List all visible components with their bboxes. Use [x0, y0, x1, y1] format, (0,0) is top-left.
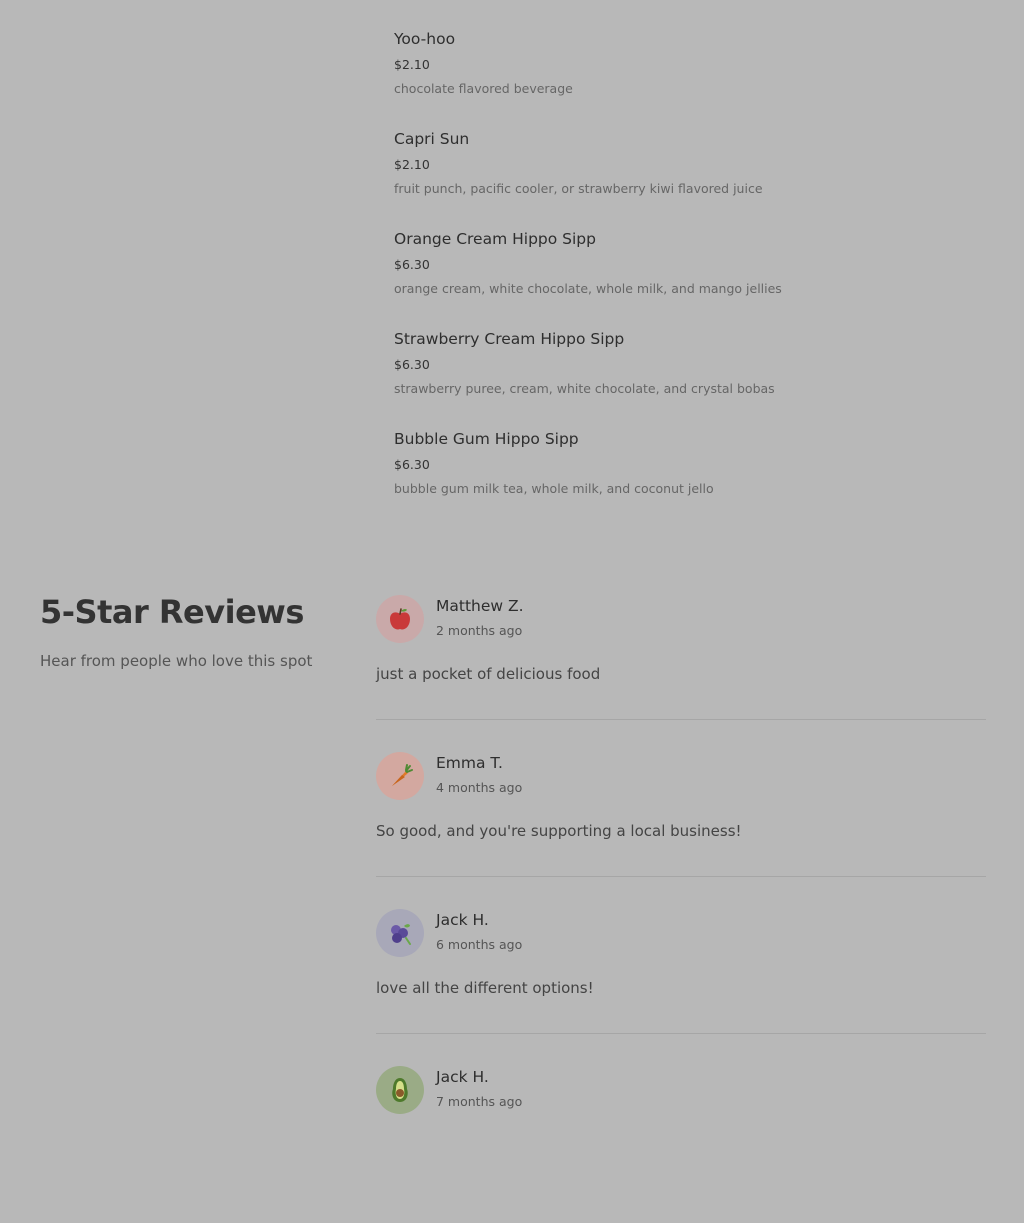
avatar [376, 1066, 424, 1114]
menu-item-name: Bubble Gum Hippo Sipp [394, 430, 579, 448]
menu-item-price: $2.10 [394, 157, 430, 172]
avatar [376, 595, 424, 643]
review-card: Emma T. 4 months ago So good, and you're… [376, 752, 986, 909]
review-date: 4 months ago [436, 780, 523, 795]
apple-icon [385, 604, 415, 634]
review-author: Emma T. [436, 754, 503, 772]
menu-item-name: Yoo-hoo [394, 30, 456, 48]
divider [376, 876, 986, 877]
menu-item-description: fruit punch, pacific cooler, or strawber… [394, 181, 763, 196]
review-date: 7 months ago [436, 1094, 523, 1109]
menu-item-description: strawberry puree, cream, white chocolate… [394, 381, 775, 396]
menu-item-description: bubble gum milk tea, whole milk, and coc… [394, 481, 714, 496]
menu-item-description: chocolate flavored beverage [394, 81, 573, 96]
review-author: Jack H. [436, 911, 489, 929]
avocado-icon [385, 1075, 415, 1105]
carrot-icon [385, 761, 415, 791]
blueberry-icon [385, 918, 415, 948]
menu-item-name: Orange Cream Hippo Sipp [394, 230, 596, 248]
review-text: just a pocket of delicious food [376, 665, 601, 683]
review-text: So good, and you're supporting a local b… [376, 822, 742, 840]
menu-item-name: Capri Sun [394, 130, 470, 148]
reviews-subtitle: Hear from people who love this spot [40, 652, 313, 670]
reviews-title: 5-Star Reviews [40, 593, 304, 631]
avatar [376, 909, 424, 957]
review-card: Jack H. 6 months ago love all the differ… [376, 909, 986, 1066]
menu-item[interactable]: Strawberry Cream Hippo Sipp $6.30 strawb… [394, 330, 994, 430]
menu-item-list: Yoo-hoo $2.10 chocolate flavored beverag… [394, 30, 994, 530]
menu-item-price: $6.30 [394, 457, 430, 472]
review-card: Matthew Z. 2 months ago just a pocket of… [376, 595, 986, 752]
review-author: Jack H. [436, 1068, 489, 1086]
menu-item[interactable]: Bubble Gum Hippo Sipp $6.30 bubble gum m… [394, 430, 994, 530]
menu-item[interactable]: Orange Cream Hippo Sipp $6.30 orange cre… [394, 230, 994, 330]
review-date: 6 months ago [436, 937, 523, 952]
menu-item-description: orange cream, white chocolate, whole mil… [394, 281, 782, 296]
menu-item[interactable]: Yoo-hoo $2.10 chocolate flavored beverag… [394, 30, 994, 130]
menu-item-price: $2.10 [394, 57, 430, 72]
menu-item-price: $6.30 [394, 257, 430, 272]
review-card: Jack H. 7 months ago [376, 1066, 986, 1223]
menu-item-name: Strawberry Cream Hippo Sipp [394, 330, 625, 348]
menu-item[interactable]: Capri Sun $2.10 fruit punch, pacific coo… [394, 130, 994, 230]
review-text: love all the different options! [376, 979, 594, 997]
review-author: Matthew Z. [436, 597, 524, 615]
avatar [376, 752, 424, 800]
review-list: Matthew Z. 2 months ago just a pocket of… [376, 595, 986, 1223]
review-date: 2 months ago [436, 623, 523, 638]
menu-item-price: $6.30 [394, 357, 430, 372]
divider [376, 1033, 986, 1034]
divider [376, 719, 986, 720]
